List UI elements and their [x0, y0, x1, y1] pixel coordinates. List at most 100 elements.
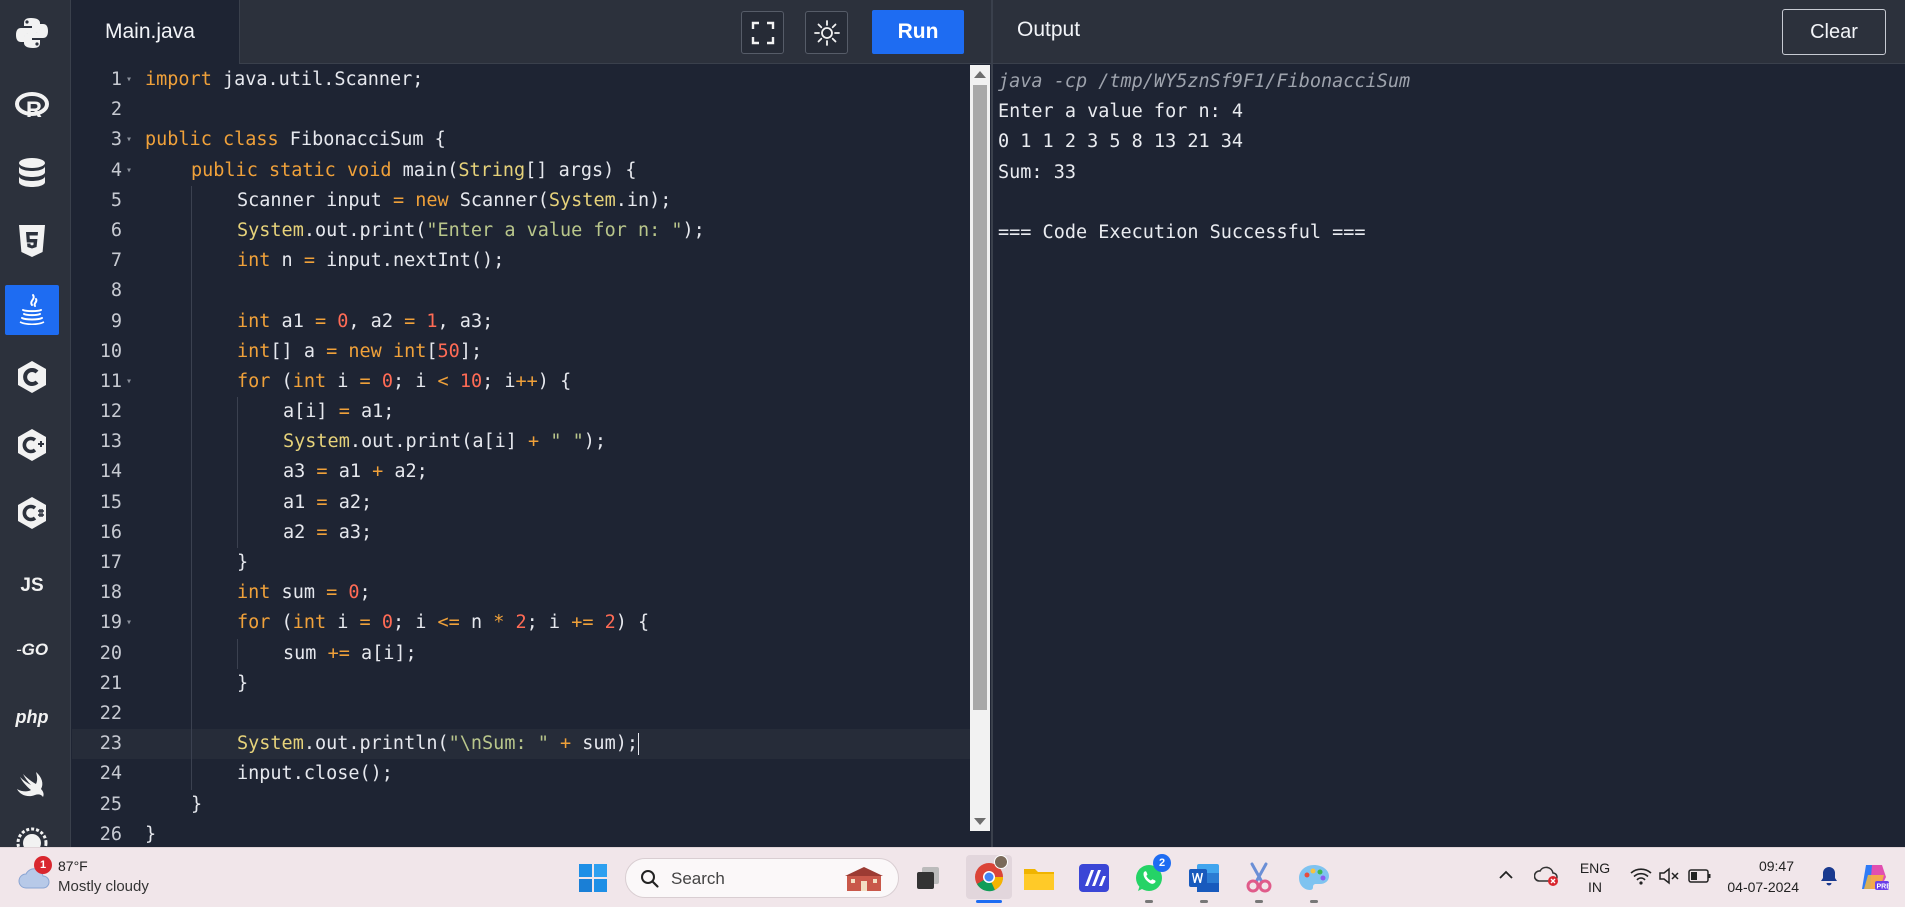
volume-muted-icon[interactable]	[1658, 866, 1680, 886]
code-text: (	[270, 370, 293, 392]
code-lines: 1 ▾ import java.util.Scanner; 2 3 ▾ public c…	[72, 65, 972, 847]
go-text: GO	[21, 640, 49, 659]
code-text: ) {	[615, 612, 650, 634]
code-text: );	[583, 431, 607, 453]
code-line: 21}	[72, 668, 972, 699]
operator: +	[560, 733, 572, 755]
operator: =	[314, 310, 327, 332]
word-button[interactable]	[1186, 860, 1222, 896]
run-button[interactable]: Run	[872, 10, 964, 54]
text-caret	[637, 733, 639, 756]
operator: =	[359, 612, 371, 634]
swift-icon[interactable]	[5, 760, 59, 810]
paint-running-indicator	[1310, 900, 1318, 903]
keyword: int	[237, 250, 271, 272]
fullscreen-button[interactable]	[741, 11, 784, 54]
input-language-code[interactable]: ENG	[1574, 860, 1616, 876]
code-text: ];	[459, 340, 483, 362]
whatsapp-button[interactable]: 2	[1131, 854, 1171, 896]
show-hidden-icons-icon[interactable]	[1497, 866, 1515, 884]
keyword: for	[237, 612, 271, 634]
php-icon[interactable]: php	[5, 692, 59, 742]
number-literal: 0	[381, 370, 393, 392]
r-icon[interactable]: R	[5, 81, 59, 131]
output-console: java -cp /tmp/WY5znSf9F1/FibonacciSum En…	[998, 67, 1898, 837]
rust-icon[interactable]	[5, 826, 59, 847]
scroll-up-icon[interactable]	[974, 71, 986, 78]
windows-start-icon	[579, 864, 607, 892]
fold-arrow-icon[interactable]: ▾	[126, 156, 132, 186]
copilot-icon[interactable]: PRE	[1858, 861, 1891, 893]
code-editor[interactable]: 1 ▾ import java.util.Scanner; 2 3 ▾ public c…	[72, 65, 992, 847]
code-text: input.nextInt();	[314, 250, 505, 272]
keyword: public	[145, 129, 212, 151]
task-view-button[interactable]	[910, 860, 946, 896]
theme-toggle-button[interactable]	[805, 11, 848, 54]
code-line: 9 int a1 = 0, a2 = 1, a3;	[72, 306, 972, 337]
scroll-down-icon[interactable]	[974, 818, 986, 825]
line-number: 22	[99, 702, 122, 724]
operator: =	[316, 521, 328, 543]
battery-icon[interactable]	[1688, 867, 1712, 885]
scrollbar-thumb[interactable]	[973, 85, 987, 710]
csharp-icon[interactable]	[5, 488, 59, 538]
line-number: 17	[99, 552, 122, 573]
line-number: 25	[99, 793, 122, 815]
taskbar-search[interactable]: Search	[625, 858, 899, 898]
code-line: 18 int sum = 0;	[72, 578, 972, 609]
folder-icon	[1024, 869, 1054, 890]
python-icon[interactable]	[5, 8, 59, 58]
snipping-tool-button[interactable]	[1241, 860, 1277, 896]
code-line: 26}	[72, 820, 972, 847]
code-text: a2	[283, 521, 317, 543]
weather-description: Mostly cloudy	[58, 878, 149, 895]
html5-icon[interactable]	[5, 216, 59, 266]
fold-arrow-icon[interactable]: ▾	[126, 65, 132, 95]
sql-icon[interactable]	[5, 149, 59, 199]
php-label: php	[15, 706, 49, 727]
output-line: 0 1 1 2 3 5 8 13 21 34	[998, 131, 1244, 153]
start-button[interactable]	[575, 860, 611, 896]
weather-widget[interactable]: 1 87°F Mostly cloudy	[14, 856, 174, 900]
whatsapp-badge: 2	[1153, 854, 1171, 872]
code-text: .in);	[615, 189, 672, 211]
word-running-indicator	[1200, 900, 1208, 903]
notification-bell-icon[interactable]	[1818, 865, 1840, 887]
java-icon[interactable]	[5, 285, 59, 335]
line-number: 13	[99, 431, 122, 453]
onedrive-error-icon[interactable]	[1533, 865, 1560, 887]
clear-button[interactable]: Clear	[1782, 9, 1886, 55]
panel-divider[interactable]	[991, 0, 993, 847]
file-tab[interactable]: Main.java	[72, 0, 240, 64]
js-icon[interactable]: JS	[5, 561, 59, 611]
code-text: .out.print(a[i]	[349, 431, 529, 453]
sun-icon	[813, 19, 840, 46]
fold-arrow-icon[interactable]: ▾	[126, 608, 132, 638]
line-number: 1	[110, 69, 122, 90]
fold-arrow-icon[interactable]: ▾	[126, 125, 132, 155]
code-text: sum);	[571, 733, 638, 755]
code-line: 17}	[72, 548, 972, 579]
keyword: int	[237, 310, 271, 332]
cpp-icon[interactable]	[5, 420, 59, 470]
chrome-button[interactable]	[966, 855, 1012, 899]
line-number: 24	[99, 763, 122, 785]
operator: <	[437, 370, 449, 392]
code-app-button[interactable]	[1076, 860, 1112, 896]
js-label: JS	[20, 575, 44, 596]
line-number: 21	[99, 672, 122, 694]
file-explorer-button[interactable]	[1021, 860, 1057, 896]
go-icon[interactable]: -GO	[5, 625, 59, 675]
paint-button[interactable]	[1296, 860, 1332, 896]
output-header: Output Clear	[993, 0, 1905, 64]
c-icon[interactable]	[5, 352, 59, 402]
number-literal: 2	[515, 612, 527, 634]
fold-arrow-icon[interactable]: ▾	[126, 367, 132, 397]
editor-scrollbar[interactable]	[970, 65, 990, 831]
code-line: 14 a3 = a1 + a2;	[72, 457, 972, 488]
clock-time[interactable]: 09:47	[1724, 858, 1794, 874]
wifi-icon[interactable]	[1630, 866, 1652, 886]
code-line: 11 ▾ for (int i = 0; i < 10; i++) {	[72, 366, 972, 398]
